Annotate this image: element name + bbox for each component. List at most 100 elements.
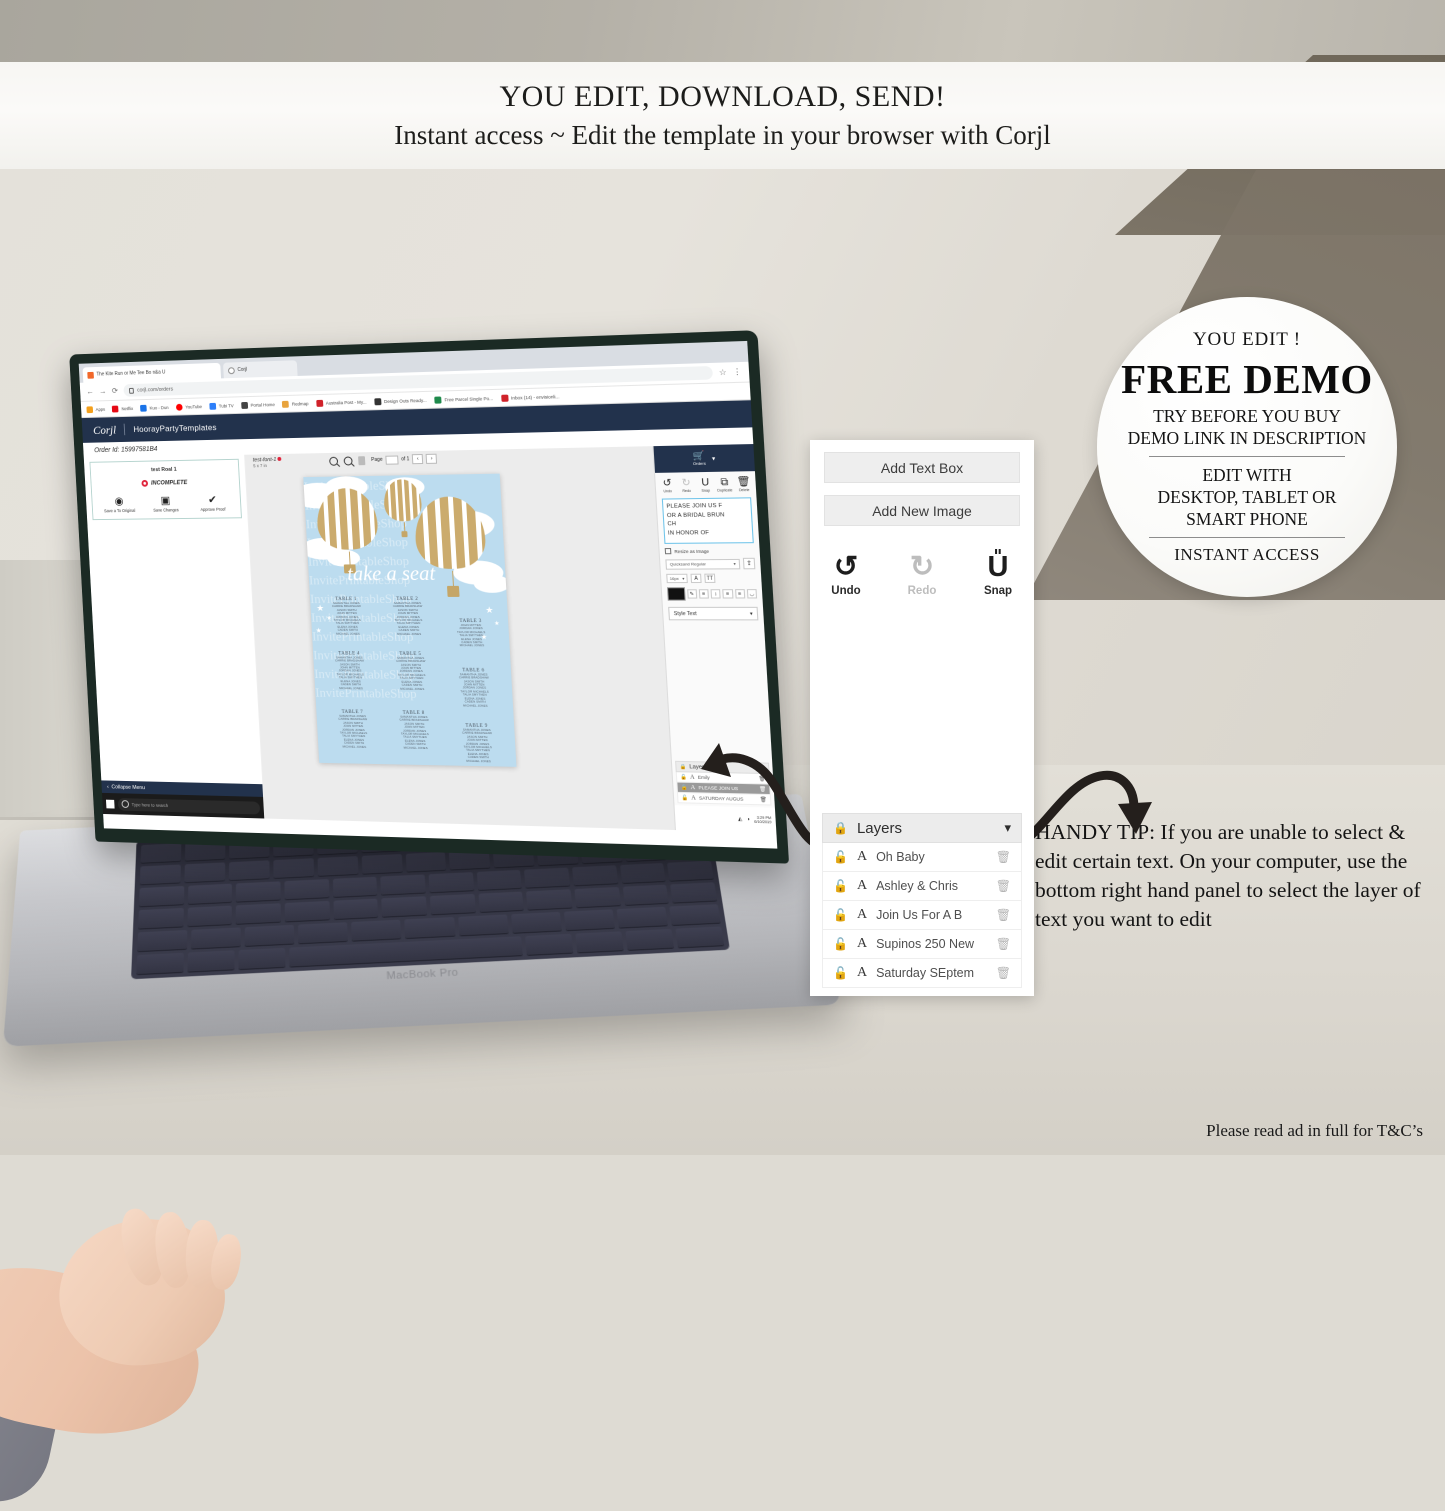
letter-spacing-icon[interactable]: TT bbox=[704, 573, 716, 583]
add-text-box-button[interactable]: Add Text Box bbox=[824, 452, 1020, 483]
layer-row[interactable]: 🔓 A Join Us For A B 🗑 bbox=[822, 901, 1022, 930]
laptop-brand-label: MacBook Pro bbox=[386, 966, 459, 983]
proof-card[interactable]: test Roal 1 INCOMPLETE ◉ Save a To Origi… bbox=[89, 458, 242, 521]
curve-text-icon[interactable]: ◡ bbox=[746, 589, 758, 599]
windows-start-icon[interactable] bbox=[105, 799, 115, 809]
snap-magnet-icon: U̎ bbox=[987, 551, 1009, 583]
save-to-original-button[interactable]: ◉ Save a To Original bbox=[99, 495, 140, 514]
template-artboard[interactable]: InvitePrintableShop InvitePrintableShop … bbox=[303, 473, 517, 767]
font-family-select[interactable]: Quicksand Regular ▾ bbox=[665, 558, 741, 570]
corjl-workspace: test Roal 1 INCOMPLETE ◉ Save a To Origi… bbox=[83, 444, 777, 833]
badge-try-before: TRY BEFORE YOU BUY bbox=[1153, 406, 1341, 426]
add-new-image-button[interactable]: Add New Image bbox=[824, 495, 1020, 526]
delete-icon[interactable]: 🗑 bbox=[996, 850, 1011, 864]
undo-button[interactable]: ↺ Undo bbox=[823, 552, 869, 598]
eyedropper-icon[interactable]: ✎ bbox=[686, 589, 697, 599]
bookmark-item[interactable]: Redmap bbox=[282, 400, 309, 408]
guest-list: SAMANTHA JONES CARRIE BRADSHAW JASON SMITH… bbox=[331, 601, 362, 636]
unlock-icon[interactable]: 🔓 bbox=[833, 908, 848, 922]
browser-forward-icon[interactable]: → bbox=[99, 387, 107, 396]
layer-row[interactable]: 🔓 A Oh Baby 🗑 bbox=[822, 843, 1022, 872]
page-of-label: of 1 bbox=[401, 456, 410, 463]
next-page-button[interactable]: › bbox=[425, 453, 438, 464]
snap-button[interactable]: U Snap bbox=[696, 477, 715, 493]
bookmark-item[interactable]: Tubi TV bbox=[209, 402, 234, 410]
divider bbox=[1149, 537, 1345, 538]
layer-row[interactable]: 🔓 A Saturday SEptem 🗑 bbox=[822, 959, 1022, 988]
browser-menu-icon[interactable]: ⋮ bbox=[733, 367, 742, 377]
layers-panel-header[interactable]: 🔒 Layers ▾ bbox=[822, 813, 1022, 843]
resize-as-image-checkbox[interactable]: Resize as Image bbox=[659, 545, 760, 556]
redo-button[interactable]: ↻ Redo bbox=[677, 477, 696, 493]
bookmark-item[interactable]: Apps bbox=[86, 405, 105, 413]
upload-font-icon[interactable]: ⇪ bbox=[742, 557, 756, 570]
chevron-down-icon[interactable]: ▾ bbox=[1004, 820, 1011, 836]
bookmark-item[interactable]: Netflix bbox=[112, 405, 133, 412]
taskbar-search-input[interactable]: Type here to search bbox=[117, 797, 261, 814]
redo-button[interactable]: ↻ Redo bbox=[899, 552, 945, 598]
bookmark-item[interactable]: Kuo - Dun bbox=[140, 404, 169, 412]
delete-icon[interactable]: 🗑 bbox=[996, 908, 1011, 922]
layer-row[interactable]: 🔓 A Supinos 250 New 🗑 bbox=[822, 930, 1022, 959]
laptop-photo: MacBook Pro The Kite Run or Me Tee Bo n&… bbox=[0, 330, 842, 1511]
align-right-icon[interactable]: ≡ bbox=[734, 589, 745, 599]
layer-row[interactable]: 🔓 A Ashley & Chris 🗑 bbox=[822, 872, 1022, 901]
seating-table: TABLE 5 SAMANTHA JONES CARRIE BRADSHAW JASO… bbox=[381, 652, 442, 708]
browser-reload-icon[interactable]: ⟳ bbox=[112, 386, 119, 395]
panel-tool-row: ↺ Undo ↻ Redo U̎ Snap bbox=[810, 551, 1034, 598]
font-size-select[interactable]: 16px ▾ bbox=[666, 573, 688, 584]
save-changes-button[interactable]: ▣ Save Changes bbox=[145, 495, 187, 513]
bookmark-item[interactable]: Portal Home bbox=[240, 401, 275, 409]
align-left-icon[interactable]: ≡ bbox=[698, 589, 709, 599]
bold-icon[interactable]: A bbox=[690, 573, 702, 584]
delete-icon[interactable] bbox=[358, 455, 366, 465]
duplicate-button[interactable]: ⧉ Duplicate bbox=[715, 477, 734, 493]
text-color-swatch[interactable] bbox=[666, 587, 686, 601]
guest-list: SAMANTHA JONES CARRIE BRADSHAW JASON SMITH… bbox=[392, 600, 423, 636]
delete-icon[interactable]: 🗑 bbox=[996, 966, 1011, 980]
undo-button[interactable]: ↺ Undo bbox=[658, 478, 677, 494]
delete-button[interactable]: 🗑 Delete bbox=[734, 476, 753, 492]
zoom-out-icon[interactable] bbox=[343, 455, 354, 466]
color-and-align-row: ✎ ≡ ↕ ≡ ≡ ◡ bbox=[662, 585, 763, 603]
bookmark-item[interactable]: YouTube bbox=[175, 403, 202, 411]
delete-icon[interactable]: 🗑 bbox=[996, 879, 1011, 893]
delete-icon[interactable]: 🗑 bbox=[996, 937, 1011, 951]
arrow-to-tip-text bbox=[1023, 770, 1152, 843]
unlock-icon[interactable]: 🔓 bbox=[833, 937, 848, 951]
guest-list: SAMANTHA JONES CARRIE BRADSHAW JASON SMITH… bbox=[461, 727, 493, 763]
taskbar-search-placeholder: Type here to search bbox=[131, 801, 169, 808]
text-layer-icon: A bbox=[856, 965, 868, 980]
text-content-input[interactable]: PLEASE JOIN US F OR A BRIDAL BRUN CH IN … bbox=[661, 497, 754, 544]
bookmark-item[interactable]: Free Parcel Single Po... bbox=[434, 395, 493, 404]
lock-icon: 🔒 bbox=[833, 821, 848, 835]
free-demo-badge: YOU EDIT ! FREE DEMO TRY BEFORE YOU BUY … bbox=[1097, 297, 1397, 597]
browser-tab-corjl[interactable]: Corjl bbox=[222, 360, 298, 379]
prev-page-button[interactable]: ‹ bbox=[412, 453, 424, 465]
corjl-logo[interactable]: Corjl bbox=[93, 422, 117, 437]
bookmark-item[interactable]: Australia Post - My... bbox=[315, 398, 367, 407]
zoom-in-icon[interactable] bbox=[329, 456, 339, 466]
bookmark-item[interactable]: Design Outs Ready... bbox=[374, 396, 427, 405]
approve-proof-button[interactable]: ✔ Approve Proof bbox=[192, 494, 234, 512]
unlock-icon[interactable]: 🔓 bbox=[833, 879, 848, 893]
snap-button[interactable]: U̎ Snap bbox=[975, 551, 1021, 598]
font-size-row: 16px ▾ A TT bbox=[661, 571, 762, 585]
chevron-down-icon[interactable]: ▾ bbox=[712, 455, 716, 462]
unlock-icon[interactable]: 🔓 bbox=[833, 966, 848, 980]
chevron-left-icon: ‹ bbox=[106, 783, 109, 790]
style-text-accordion[interactable]: Style Text ▾ bbox=[668, 606, 759, 621]
page-number-input[interactable] bbox=[385, 455, 399, 465]
orders-button[interactable]: 🛒 Orders ▾ bbox=[653, 444, 755, 473]
corjl-canvas-area: test-font-1 5 x 7 in Page of 1 ‹ › Invit… bbox=[245, 446, 675, 831]
align-center-icon[interactable]: ≡ bbox=[722, 589, 733, 599]
line-height-icon[interactable]: ↕ bbox=[710, 589, 721, 599]
browser-back-icon[interactable]: ← bbox=[86, 387, 94, 396]
template-script-text[interactable]: take a seat bbox=[347, 561, 436, 586]
bookmark-item[interactable]: Inbox (14) - envisionli... bbox=[500, 393, 560, 402]
badge-you-edit: YOU EDIT ! bbox=[1193, 329, 1301, 350]
chevron-down-icon: ▾ bbox=[682, 575, 685, 582]
browser-star-icon[interactable]: ☆ bbox=[719, 368, 727, 378]
unlock-icon[interactable]: 🔓 bbox=[833, 850, 848, 864]
snap-magnet-icon: U bbox=[701, 477, 710, 489]
